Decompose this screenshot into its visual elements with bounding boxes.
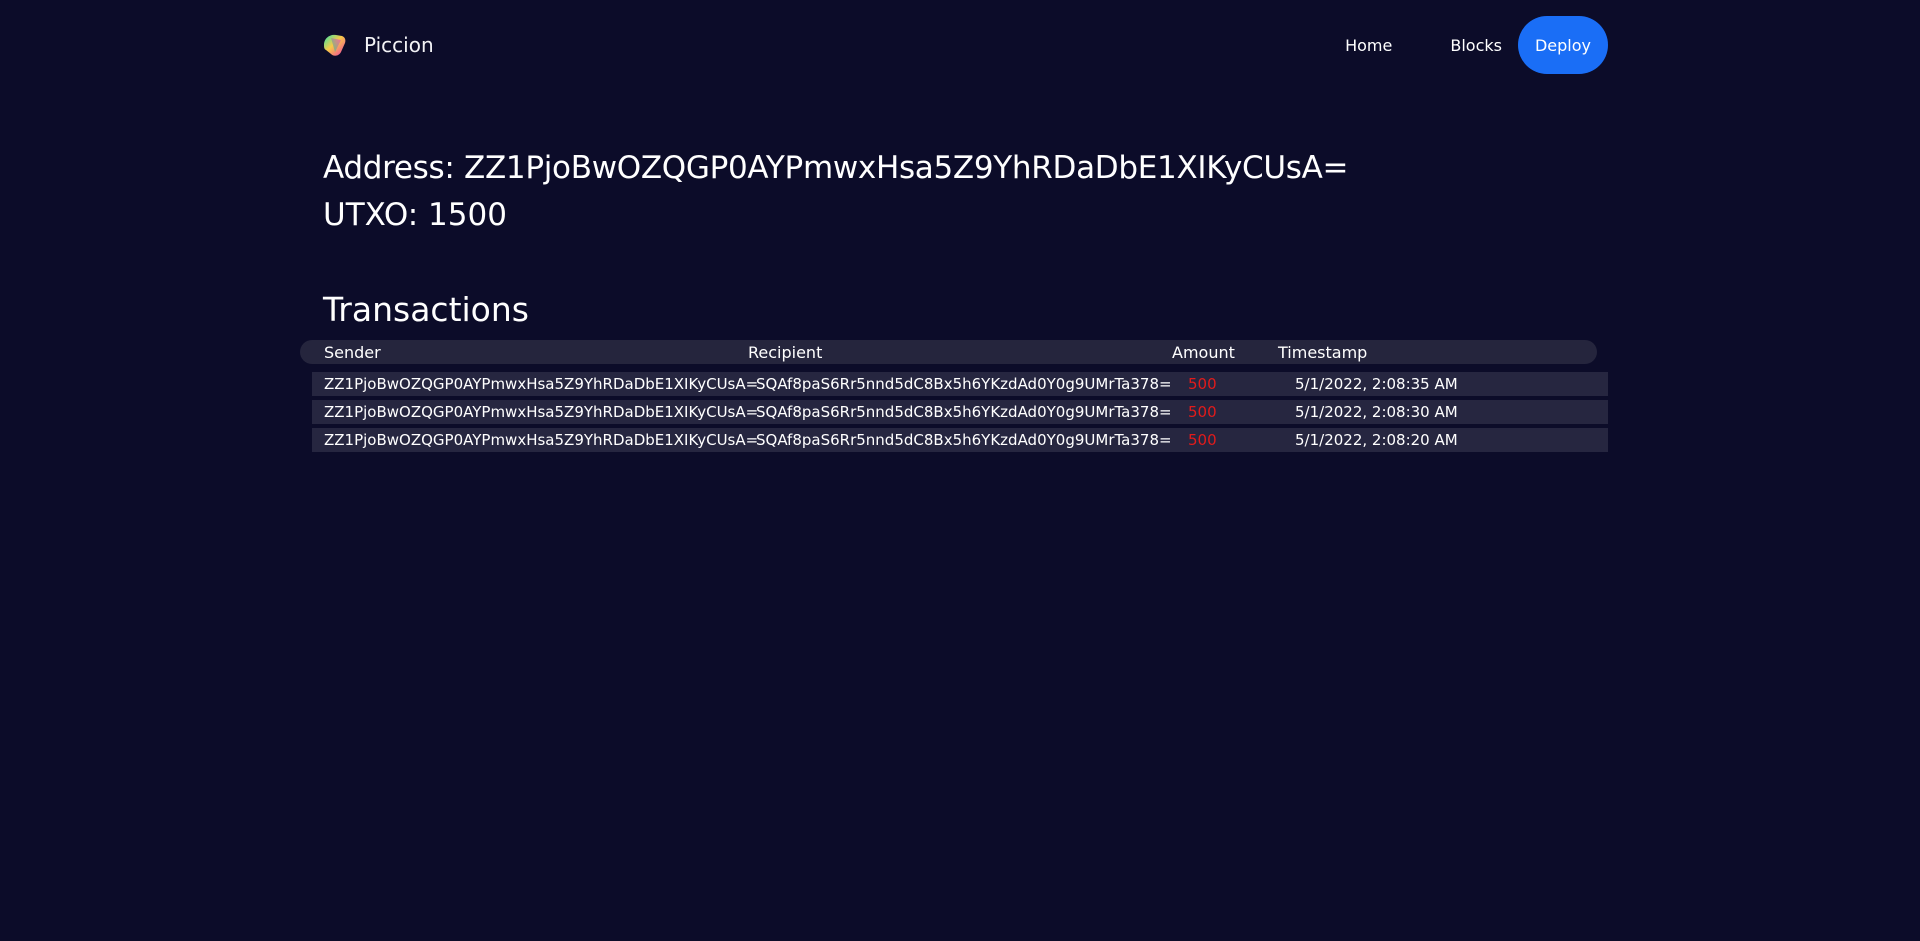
timestamp-cell: 5/1/2022, 2:08:30 AM xyxy=(1295,403,1458,421)
nav-link-blocks[interactable]: Blocks xyxy=(1442,36,1510,55)
sender-cell: ZZ1PjoBwOZQGP0AYPmwxHsa5Z9YhRDaDbE1XIKyC… xyxy=(324,375,759,393)
transactions-title: Transactions xyxy=(323,290,529,329)
sender-cell: ZZ1PjoBwOZQGP0AYPmwxHsa5Z9YhRDaDbE1XIKyC… xyxy=(324,431,759,449)
column-header-sender: Sender xyxy=(324,343,381,362)
recipient-cell: SQAf8paS6Rr5nnd5dC8Bx5h6YKzdAd0Y0g9UMrTa… xyxy=(756,431,1172,449)
table-row[interactable]: ZZ1PjoBwOZQGP0AYPmwxHsa5Z9YhRDaDbE1XIKyC… xyxy=(312,372,1608,396)
brand-name: Piccion xyxy=(364,33,434,57)
column-header-amount: Amount xyxy=(1172,343,1235,362)
sender-cell: ZZ1PjoBwOZQGP0AYPmwxHsa5Z9YhRDaDbE1XIKyC… xyxy=(324,403,759,421)
column-header-timestamp: Timestamp xyxy=(1278,343,1368,362)
brand[interactable]: Piccion xyxy=(321,30,434,60)
amount-cell: 500 xyxy=(1188,403,1217,421)
table-row[interactable]: ZZ1PjoBwOZQGP0AYPmwxHsa5Z9YhRDaDbE1XIKyC… xyxy=(312,400,1608,424)
transactions-table-header: Sender Recipient Amount Timestamp xyxy=(300,340,1597,364)
recipient-cell: SQAf8paS6Rr5nnd5dC8Bx5h6YKzdAd0Y0g9UMrTa… xyxy=(756,375,1172,393)
nav-link-home[interactable]: Home xyxy=(1337,36,1400,55)
transactions-table-body: ZZ1PjoBwOZQGP0AYPmwxHsa5Z9YhRDaDbE1XIKyC… xyxy=(312,372,1608,456)
amount-cell: 500 xyxy=(1188,375,1217,393)
deploy-button[interactable]: Deploy xyxy=(1517,16,1608,74)
navbar: Piccion Home Blocks Deploy xyxy=(0,0,1920,90)
amount-cell: 500 xyxy=(1188,431,1217,449)
timestamp-cell: 5/1/2022, 2:08:35 AM xyxy=(1295,375,1458,393)
utxo-heading: UTXO: 1500 xyxy=(323,197,507,233)
address-heading: Address: ZZ1PjoBwOZQGP0AYPmwxHsa5Z9YhRDa… xyxy=(323,150,1349,186)
recipient-cell: SQAf8paS6Rr5nnd5dC8Bx5h6YKzdAd0Y0g9UMrTa… xyxy=(756,403,1172,421)
timestamp-cell: 5/1/2022, 2:08:20 AM xyxy=(1295,431,1458,449)
gradient-triangle-logo-icon xyxy=(324,34,346,56)
table-row[interactable]: ZZ1PjoBwOZQGP0AYPmwxHsa5Z9YhRDaDbE1XIKyC… xyxy=(312,428,1608,452)
nav-links: Home Blocks Deploy xyxy=(1337,16,1608,74)
column-header-recipient: Recipient xyxy=(748,343,823,362)
